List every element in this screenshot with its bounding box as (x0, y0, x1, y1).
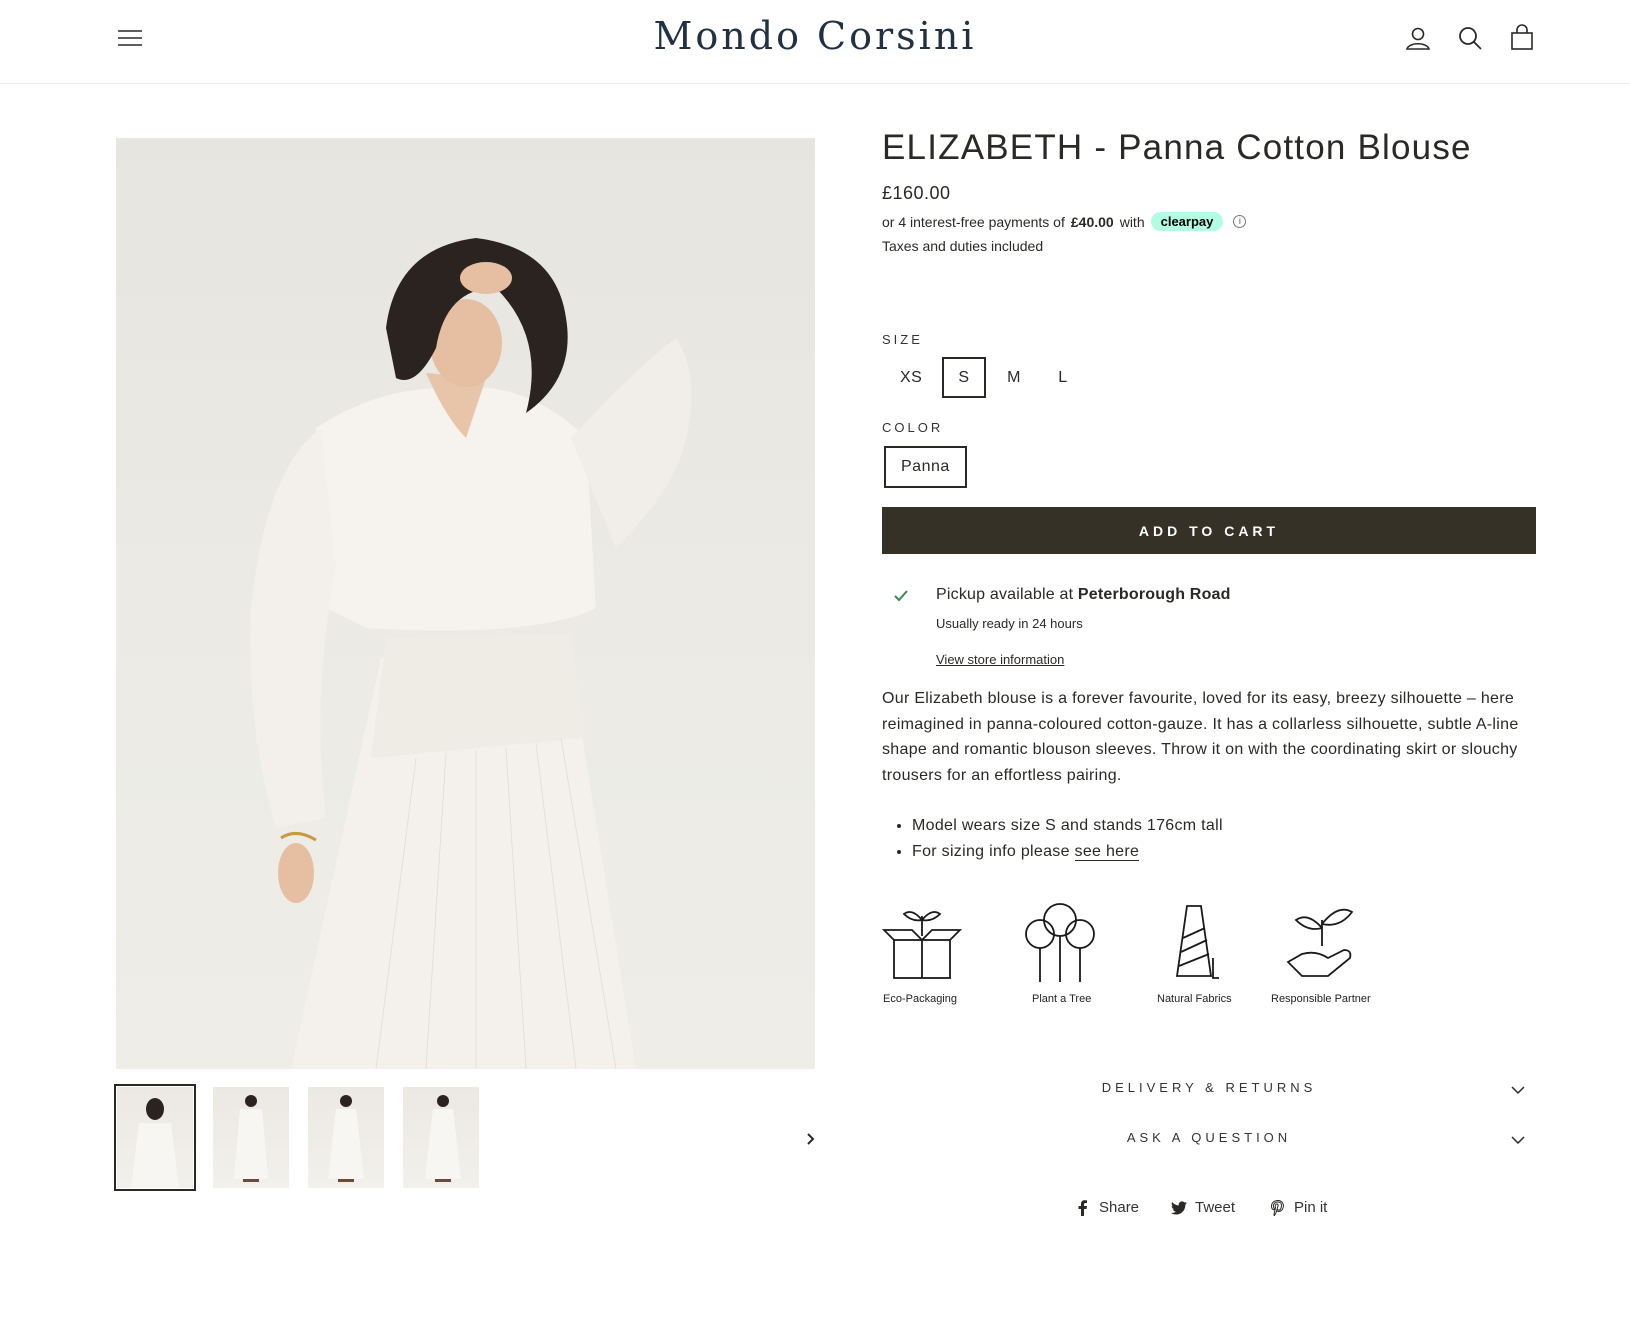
size-option-m[interactable]: M (994, 357, 1034, 398)
badge-label-plant-a-tree: Plant a Tree (1032, 993, 1092, 1005)
size-option-l[interactable]: L (1043, 357, 1083, 398)
sizing-prefix: For sizing info please (912, 842, 1070, 860)
clearpay-info-icon[interactable]: i (1233, 215, 1247, 228)
pin-label: Pin it (1294, 1199, 1328, 1216)
accordion-label: DELIVERY & RETURNS (1101, 1080, 1317, 1095)
ask-question-accordion[interactable]: ASK A QUESTION (882, 1124, 1536, 1154)
product-price: £160.00 (882, 183, 951, 203)
clearpay-logo: clearpay (1150, 212, 1224, 231)
clearpay-with: with (1119, 213, 1145, 230)
size-label: SIZE (882, 332, 923, 347)
chevron-down-icon (1510, 1082, 1526, 1098)
eco-packaging-icon (881, 898, 963, 982)
thumbnail-1[interactable] (114, 1084, 196, 1191)
size-option-s[interactable]: S (942, 357, 986, 398)
delivery-returns-accordion[interactable]: DELIVERY & RETURNS (882, 1074, 1536, 1104)
site-logo[interactable]: Mondo Corsini (0, 14, 1630, 58)
gallery-next-arrow-icon[interactable] (800, 1128, 822, 1150)
clearpay-message: or 4 interest-free payments of £40.00 wi… (882, 212, 1247, 231)
add-to-cart-button[interactable]: ADD TO CART (882, 507, 1536, 554)
hand-plant-icon (1282, 898, 1362, 982)
main-product-image[interactable] (116, 138, 815, 1069)
search-icon[interactable] (1456, 24, 1484, 52)
model-photo-illustration (250, 238, 692, 1069)
badge-label-eco-packaging: Eco-Packaging (883, 993, 957, 1005)
color-label: COLOR (882, 420, 944, 435)
pinterest-icon (1270, 1199, 1284, 1216)
pickup-prefix: Pickup available at (936, 586, 1074, 603)
share-twitter-link[interactable]: Tweet (1171, 1199, 1235, 1216)
model-size-note: Model wears size S and stands 176cm tall (912, 817, 1223, 834)
cart-icon[interactable] (1508, 24, 1536, 52)
product-title: ELIZABETH - Panna Cotton Blouse (882, 128, 1472, 167)
product-description: Our Elizabeth blouse is a forever favour… (882, 690, 1519, 784)
sizing-link[interactable]: see here (1074, 842, 1140, 861)
color-option-panna[interactable]: Panna (884, 446, 967, 488)
product-details-list: Model wears size S and stands 176cm tall… (882, 813, 1223, 864)
share-pinterest-link[interactable]: Pin it (1270, 1199, 1327, 1216)
list-item: For sizing info please see here (912, 839, 1223, 865)
account-icon[interactable] (1404, 24, 1432, 52)
pickup-store: Peterborough Road (1077, 586, 1231, 603)
share-label: Share (1099, 1199, 1140, 1216)
pickup-availability: Pickup available at Peterborough Road (936, 586, 1231, 604)
chevron-down-icon (1510, 1132, 1526, 1148)
facebook-icon (1078, 1199, 1087, 1216)
clearpay-prefix: or 4 interest-free payments of (882, 213, 1065, 230)
list-item: Model wears size S and stands 176cm tall (912, 813, 1223, 839)
thread-spool-icon (1155, 898, 1235, 982)
size-option-xs[interactable]: XS (890, 357, 932, 398)
accordion-label: ASK A QUESTION (1126, 1130, 1292, 1145)
twitter-icon (1171, 1200, 1187, 1214)
pickup-ready-time: Usually ready in 24 hours (936, 616, 1083, 631)
thumbnail-2[interactable] (213, 1087, 289, 1188)
taxes-note: Taxes and duties included (882, 238, 1044, 254)
thumbnail-3[interactable] (308, 1087, 384, 1188)
badge-label-natural-fabrics: Natural Fabrics (1157, 993, 1232, 1005)
badge-label-responsible-partner: Responsible Partner (1271, 993, 1371, 1005)
trees-icon (1020, 898, 1100, 982)
view-store-info-link[interactable]: View store information (936, 652, 1064, 667)
share-facebook-link[interactable]: Share (1075, 1199, 1139, 1216)
site-header: Mondo Corsini (0, 0, 1630, 84)
check-icon (893, 588, 909, 604)
tweet-label: Tweet (1195, 1199, 1236, 1216)
clearpay-amount: £40.00 (1070, 213, 1114, 230)
thumbnail-4[interactable] (403, 1087, 479, 1188)
